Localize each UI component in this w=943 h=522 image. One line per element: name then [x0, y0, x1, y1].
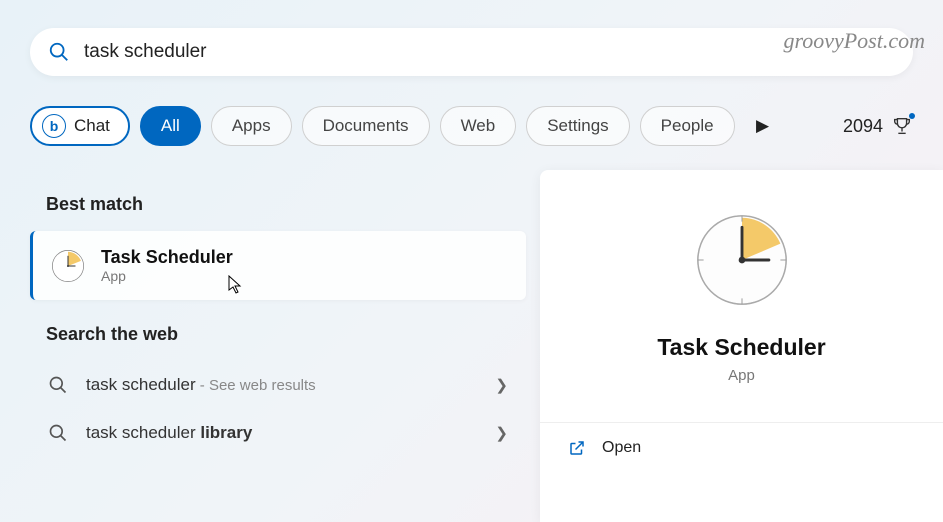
filter-documents[interactable]: Documents — [302, 106, 430, 146]
rewards-points: 2094 — [843, 116, 883, 137]
best-match-result[interactable]: Task Scheduler App — [30, 231, 526, 300]
chat-label: Chat — [74, 116, 110, 136]
chevron-right-icon: ❯ — [495, 376, 508, 394]
search-icon — [48, 375, 68, 395]
content-area: Best match Task Scheduler App Search the… — [0, 170, 943, 522]
search-bar[interactable] — [30, 28, 913, 76]
chat-button[interactable]: b Chat — [30, 106, 130, 146]
best-match-subtitle: App — [101, 268, 233, 284]
bing-icon: b — [42, 114, 66, 138]
search-icon — [48, 423, 68, 443]
rewards-counter[interactable]: 2094 — [843, 115, 913, 137]
results-column: Best match Task Scheduler App Search the… — [0, 170, 540, 522]
filter-all[interactable]: All — [140, 106, 201, 146]
trophy-icon — [891, 115, 913, 137]
filter-web[interactable]: Web — [440, 106, 517, 146]
search-input[interactable] — [84, 41, 895, 63]
more-filters-arrow-icon[interactable]: ▶ — [749, 116, 777, 136]
best-match-heading: Best match — [46, 194, 526, 215]
best-match-title: Task Scheduler — [101, 247, 233, 268]
web-result-1[interactable]: task scheduler library ❯ — [30, 409, 526, 457]
open-icon — [568, 439, 586, 457]
panel-subtitle: App — [728, 367, 755, 384]
task-scheduler-large-icon — [694, 212, 790, 308]
web-result-0[interactable]: task scheduler - See web results ❯ — [30, 361, 526, 409]
search-icon — [48, 41, 70, 63]
open-label: Open — [602, 439, 641, 457]
web-result-text: task scheduler library — [86, 423, 477, 443]
web-search-heading: Search the web — [46, 324, 526, 345]
watermark-text: groovyPost.com — [783, 28, 925, 54]
detail-panel: Task Scheduler App Open — [540, 170, 943, 522]
filter-settings[interactable]: Settings — [526, 106, 629, 146]
filter-apps[interactable]: Apps — [211, 106, 292, 146]
filter-people[interactable]: People — [640, 106, 735, 146]
filter-row: b Chat All Apps Documents Web Settings P… — [30, 106, 913, 146]
task-scheduler-icon — [51, 249, 85, 283]
open-action[interactable]: Open — [540, 422, 943, 473]
web-result-text: task scheduler - See web results — [86, 375, 477, 395]
panel-title: Task Scheduler — [657, 334, 825, 361]
chevron-right-icon: ❯ — [495, 424, 508, 442]
